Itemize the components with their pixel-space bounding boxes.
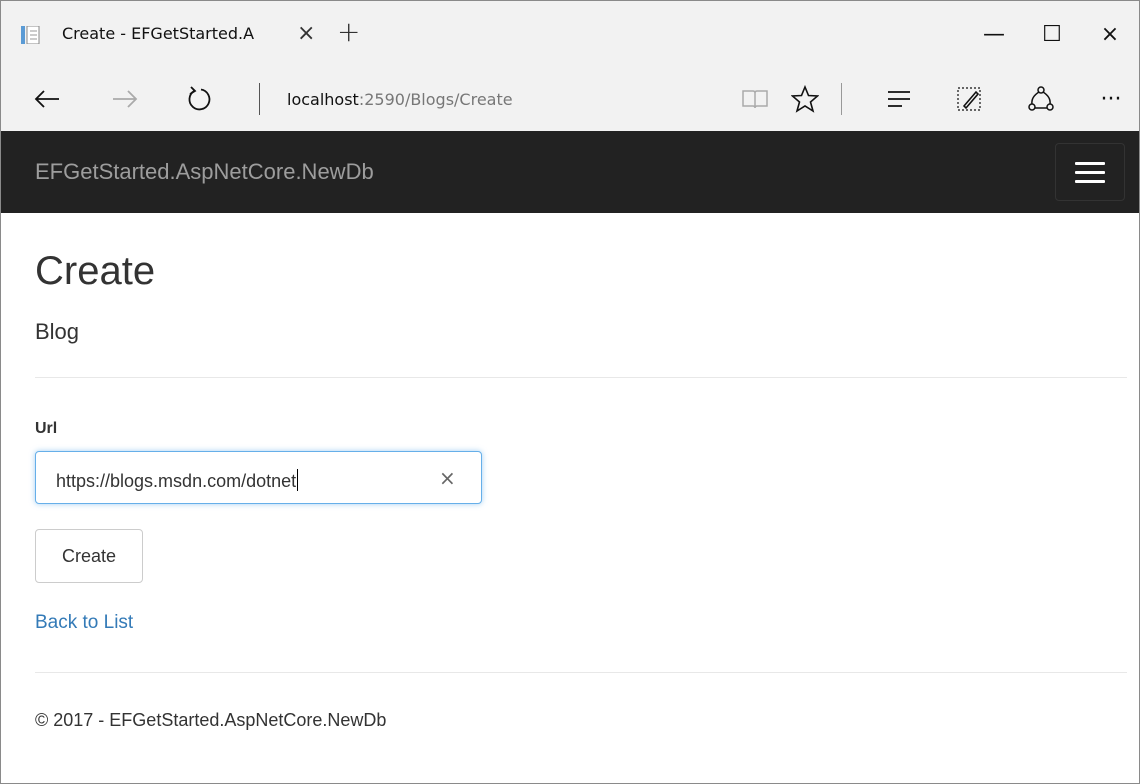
star-icon[interactable]	[787, 81, 823, 117]
clear-input-icon[interactable]: ×	[439, 466, 456, 490]
tab-strip: Create - EFGetStarted.A × + — ☐ ×	[1, 1, 1139, 67]
share-icon[interactable]	[1023, 81, 1059, 117]
tab-title: Create - EFGetStarted.A	[62, 24, 255, 43]
maximize-icon[interactable]: ☐	[1023, 1, 1081, 67]
url-field[interactable]: localhost:2590/Blogs/Create	[287, 90, 513, 109]
hamburger-bar	[1075, 161, 1105, 165]
reading-view-icon[interactable]	[737, 81, 773, 117]
url-separator	[259, 83, 260, 115]
minimize-icon[interactable]: —	[965, 1, 1023, 67]
browser-window: Create - EFGetStarted.A × + — ☐ × localh…	[0, 0, 1140, 784]
brand-link[interactable]: EFGetStarted.AspNetCore.NewDb	[35, 159, 374, 185]
toolbar-separator	[841, 83, 842, 115]
new-tab-icon[interactable]: +	[337, 15, 360, 48]
address-bar: localhost:2590/Blogs/Create ···	[1, 67, 1139, 131]
refresh-icon[interactable]	[181, 81, 217, 117]
url-input[interactable]: https://blogs.msdn.com/dotnet ×	[35, 451, 482, 504]
forward-arrow-icon[interactable]	[107, 81, 143, 117]
tab-close-icon[interactable]: ×	[297, 21, 315, 46]
divider	[35, 377, 1127, 378]
url-host: localhost	[287, 90, 359, 109]
url-path: :2590/Blogs/Create	[358, 90, 513, 109]
hamburger-bar	[1075, 179, 1105, 183]
create-button[interactable]: Create	[35, 529, 143, 583]
hub-icon[interactable]	[881, 81, 917, 117]
more-icon[interactable]: ···	[1093, 81, 1129, 117]
back-arrow-icon[interactable]	[29, 81, 65, 117]
text-caret	[297, 469, 299, 491]
hamburger-icon[interactable]	[1055, 143, 1125, 201]
back-to-list-link[interactable]: Back to List	[35, 612, 133, 634]
url-label: Url	[35, 420, 58, 437]
close-window-icon[interactable]: ×	[1081, 1, 1139, 67]
page-subtitle: Blog	[35, 319, 80, 344]
page-icon	[21, 25, 41, 45]
window-controls: — ☐ ×	[965, 1, 1139, 67]
hamburger-bar	[1075, 170, 1105, 174]
url-input-text: https://blogs.msdn.com/dotnet	[56, 471, 297, 491]
footer-text: © 2017 - EFGetStarted.AspNetCore.NewDb	[35, 710, 387, 730]
site-navbar: EFGetStarted.AspNetCore.NewDb	[1, 131, 1139, 213]
web-note-icon[interactable]	[951, 81, 987, 117]
page-title: Create	[35, 249, 156, 293]
browser-tab[interactable]: Create - EFGetStarted.A ×	[1, 1, 329, 67]
footer-divider	[35, 672, 1127, 673]
url-input-value: https://blogs.msdn.com/dotnet	[56, 469, 299, 492]
